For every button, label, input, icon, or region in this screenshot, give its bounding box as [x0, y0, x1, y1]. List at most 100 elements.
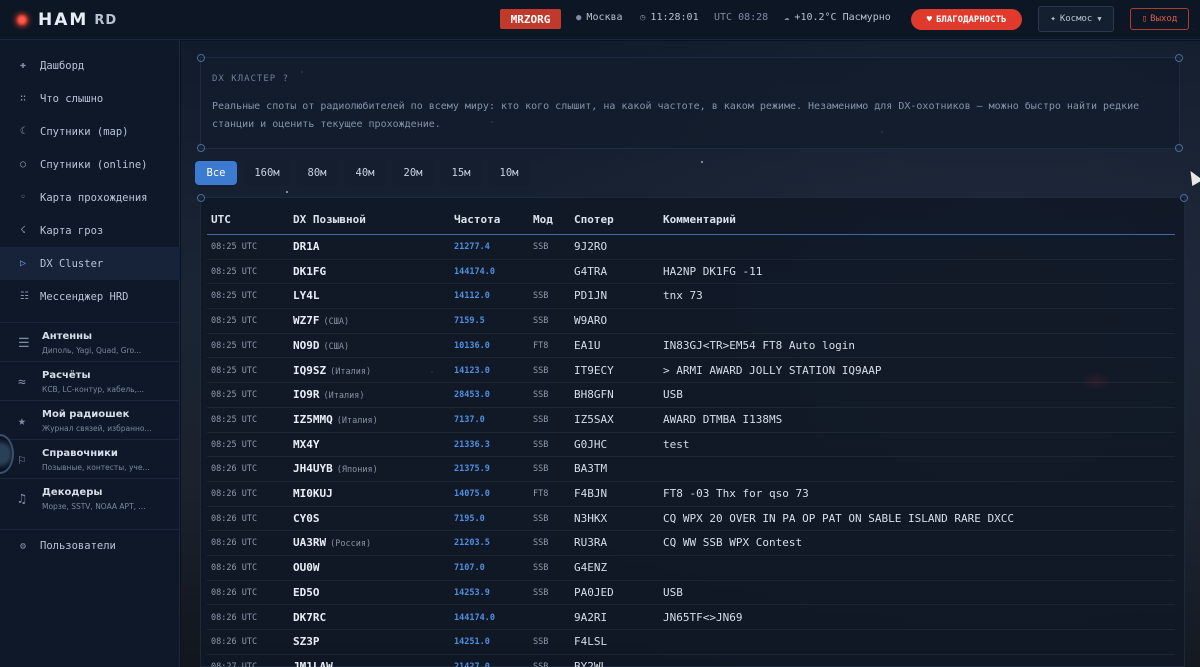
cell-frequency[interactable]: 14251.0 — [454, 637, 490, 647]
table-row[interactable]: 08:26 UTC DK7RC 144174.0 9A2RI JN65TF<>JN69 — [207, 606, 1175, 631]
dx-callsign[interactable]: CY0S — [293, 512, 320, 525]
sidebar-item-what-heard[interactable]: ∷ Что слышно — [0, 82, 180, 115]
table-row[interactable]: 08:27 UTC JM1LAW 21427.0 SSB BY2WL — [207, 655, 1175, 667]
cell-dx-call[interactable]: JH4UYB (Япония) — [293, 462, 378, 475]
table-row[interactable]: 08:25 UTC LY4L 14112.0 SSB PD1JN tnx 73 — [207, 284, 1175, 310]
table-row[interactable]: 08:25 UTC IZ5MMQ (Италия) 7137.0 SSB IZ5SAX AW… — [207, 408, 1175, 433]
table-row[interactable]: 08:26 UTC MI0KUJ 14075.0 FT8 F4BJN FT8 -03 Th… — [207, 482, 1175, 507]
dx-callsign[interactable]: DK1FG — [293, 265, 326, 278]
cell-dx-call[interactable]: UA3RW (Россия) — [293, 536, 371, 549]
filter-160m[interactable]: 160м — [244, 161, 290, 185]
cell-frequency[interactable]: 28453.0 — [454, 390, 490, 400]
cell-dx-call[interactable]: WZ7F (США) — [293, 314, 349, 327]
table-row[interactable]: 08:25 UTC DR1A 21277.4 SSB 9J2RO — [207, 235, 1175, 260]
dx-callsign[interactable]: IO9R — [293, 388, 320, 401]
table-row[interactable]: 08:25 UTC IO9R (Италия) 28453.0 SSB BH8GFN USB — [207, 383, 1175, 408]
cell-frequency[interactable]: 10136.0 — [454, 341, 490, 351]
dx-callsign[interactable]: IZ5MMQ — [293, 413, 333, 426]
cell-frequency[interactable]: 21375.9 — [454, 464, 490, 474]
cell-frequency[interactable]: 7195.0 — [454, 514, 485, 524]
sidebar-item-storm-map[interactable]: ☇ Карта гроз — [0, 214, 180, 247]
cell-dx-call[interactable]: IZ5MMQ (Италия) — [293, 413, 378, 426]
sidebar-group-calculations[interactable]: ≈ Расчёты КСВ, LC-контур, кабель,... — [0, 361, 180, 400]
cell-frequency[interactable]: 144174.0 — [454, 613, 495, 623]
header-mode[interactable]: Мод — [533, 213, 553, 226]
sidebar-item-messenger[interactable]: ☷ Мессенджер HRD — [0, 280, 180, 313]
filter-10m[interactable]: 10м — [488, 161, 530, 185]
cell-frequency[interactable]: 14253.9 — [454, 588, 490, 598]
cell-dx-call[interactable]: JM1LAW — [293, 660, 337, 667]
table-row[interactable]: 08:25 UTC IQ9SZ (Италия) 14123.0 SSB IT9ECY > … — [207, 359, 1175, 384]
logout-button[interactable]: ▯ Выход — [1130, 8, 1189, 30]
filter-all[interactable]: Все — [195, 161, 237, 185]
dx-callsign[interactable]: IQ9SZ — [293, 364, 326, 377]
cell-frequency[interactable]: 21336.3 — [454, 440, 490, 450]
header-comment[interactable]: Комментарий — [663, 213, 736, 226]
sidebar-group-decoders[interactable]: ♫ Декодеры Морзе, SSTV, NOAA APT, ... — [0, 478, 180, 517]
table-row[interactable]: 08:26 UTC OU0W 7107.0 SSB G4ENZ — [207, 556, 1175, 581]
table-row[interactable]: 08:25 UTC NO9D (США) 10136.0 FT8 EA1U IN83GJ<T… — [207, 334, 1175, 359]
sidebar-item-dx-cluster[interactable]: ▷ DX Cluster — [0, 247, 180, 280]
cell-dx-call[interactable]: IO9R (Италия) — [293, 388, 364, 401]
cell-frequency[interactable]: 14123.0 — [454, 366, 490, 376]
callsign-badge[interactable]: MRZORG — [500, 9, 561, 29]
dx-callsign[interactable]: DK7RC — [293, 611, 326, 624]
table-row[interactable]: 08:26 UTC UA3RW (Россия) 21203.5 SSB RU3RA CQ … — [207, 531, 1175, 557]
filter-40m[interactable]: 40м — [344, 161, 386, 185]
table-row[interactable]: 08:26 UTC CY0S 7195.0 SSB N3HKX CQ WPX 20 OVE… — [207, 507, 1175, 532]
cell-dx-call[interactable]: DR1A — [293, 240, 324, 253]
thanks-button[interactable]: ♥ БЛАГОДАРНОСТЬ — [911, 9, 1022, 30]
cell-frequency[interactable]: 14075.0 — [454, 489, 490, 499]
sidebar-group-antennas[interactable]: ☰ Антенны Диполь, Yagi, Quad, Gro... — [0, 322, 180, 361]
logo[interactable]: HAM RD — [16, 10, 117, 30]
cell-dx-call[interactable]: MX4Y — [293, 438, 324, 451]
cell-frequency[interactable]: 7137.0 — [454, 415, 485, 425]
cell-dx-call[interactable]: NO9D (США) — [293, 339, 349, 352]
filter-80m[interactable]: 80м — [296, 161, 338, 185]
dx-callsign[interactable]: ED5O — [293, 586, 320, 599]
sidebar-item-satellites-online[interactable]: ○ Спутники (online) — [0, 148, 180, 181]
cell-dx-call[interactable]: OU0W — [293, 561, 324, 574]
sidebar-group-references[interactable]: ⚐ Справочники Позывные, контесты, уче... — [0, 439, 180, 478]
table-row[interactable]: 08:26 UTC ED5O 14253.9 SSB PA0JED USB — [207, 581, 1175, 606]
sidebar-item-satellites-map[interactable]: ☾ Спутники (map) — [0, 115, 180, 148]
cell-frequency[interactable]: 21203.5 — [454, 538, 490, 548]
header-spotter[interactable]: Спотер — [574, 213, 614, 226]
sidebar-group-my-shack[interactable]: ★ Мой радиошек Журнал связей, избранно..… — [0, 400, 180, 439]
cell-dx-call[interactable]: IQ9SZ (Италия) — [293, 364, 371, 377]
cell-frequency[interactable]: 144174.0 — [454, 267, 495, 277]
dx-callsign[interactable]: WZ7F — [293, 314, 320, 327]
cell-dx-call[interactable]: MI0KUJ — [293, 487, 337, 500]
table-row[interactable]: 08:26 UTC JH4UYB (Япония) 21375.9 SSB BA3TM — [207, 457, 1175, 482]
cell-frequency[interactable]: 14112.0 — [454, 291, 490, 301]
cell-frequency[interactable]: 7107.0 — [454, 563, 485, 573]
dx-callsign[interactable]: MX4Y — [293, 438, 320, 451]
cell-dx-call[interactable]: LY4L — [293, 289, 324, 302]
dx-callsign[interactable]: MI0KUJ — [293, 487, 333, 500]
table-row[interactable]: 08:26 UTC SZ3P 14251.0 SSB F4LSL — [207, 630, 1175, 655]
filter-20m[interactable]: 20м — [392, 161, 434, 185]
cell-dx-call[interactable]: CY0S — [293, 512, 324, 525]
header-utc[interactable]: UTC — [211, 213, 231, 226]
cell-frequency[interactable]: 21277.4 — [454, 242, 490, 252]
sidebar-item-users[interactable]: ⚙ Пользователи — [0, 529, 180, 562]
dx-callsign[interactable]: NO9D — [293, 339, 320, 352]
cell-dx-call[interactable]: SZ3P — [293, 635, 324, 648]
dx-callsign[interactable]: JH4UYB — [293, 462, 333, 475]
cell-frequency[interactable]: 21427.0 — [454, 662, 490, 667]
dx-callsign[interactable]: SZ3P — [293, 635, 320, 648]
cell-dx-call[interactable]: ED5O — [293, 586, 324, 599]
dx-callsign[interactable]: UA3RW — [293, 536, 326, 549]
cell-frequency[interactable]: 7159.5 — [454, 316, 485, 326]
header-frequency[interactable]: Частота — [454, 213, 500, 226]
dx-callsign[interactable]: OU0W — [293, 561, 320, 574]
filter-15m[interactable]: 15м — [440, 161, 482, 185]
dx-callsign[interactable]: LY4L — [293, 289, 320, 302]
table-row[interactable]: 08:25 UTC WZ7F (США) 7159.5 SSB W9ARO — [207, 309, 1175, 334]
cell-dx-call[interactable]: DK7RC — [293, 611, 330, 624]
sidebar-item-dashboard[interactable]: ✚ Дашборд — [0, 49, 180, 82]
header-dx-call[interactable]: DX Позывной — [293, 213, 366, 226]
table-row[interactable]: 08:25 UTC MX4Y 21336.3 SSB G0JHC test — [207, 433, 1175, 458]
table-row[interactable]: 08:25 UTC DK1FG 144174.0 G4TRA HA2NP DK1FG -… — [207, 260, 1175, 285]
cell-dx-call[interactable]: DK1FG — [293, 265, 330, 278]
